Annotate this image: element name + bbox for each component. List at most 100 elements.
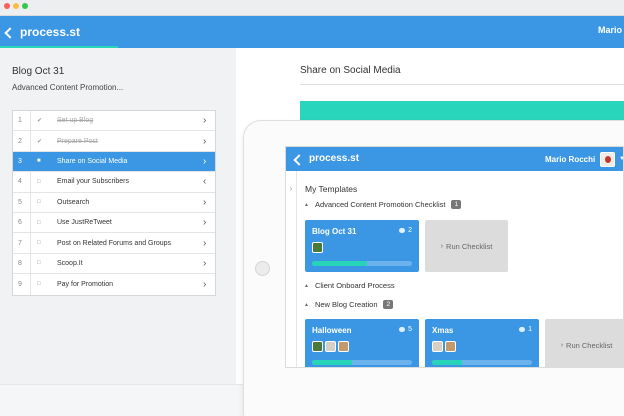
process-logo-icon bbox=[6, 27, 16, 37]
task-row[interactable]: 6 □ Use JustReTweet › bbox=[13, 212, 215, 234]
avatar bbox=[312, 242, 323, 253]
task-number: 6 bbox=[13, 212, 31, 233]
avatar[interactable] bbox=[600, 152, 615, 167]
app-logo[interactable]: process.st bbox=[6, 25, 80, 39]
avatar bbox=[312, 341, 323, 352]
chevron-right-icon: › bbox=[560, 341, 564, 349]
checkbox-icon[interactable]: ■ bbox=[37, 152, 49, 171]
collapse-triangle-icon: ▲ bbox=[304, 201, 309, 208]
chevron-right-icon: › bbox=[203, 196, 207, 208]
chevron-right-icon: › bbox=[203, 155, 207, 167]
card-title: Blog Oct 31 bbox=[312, 227, 357, 236]
chevron-right-icon: › bbox=[203, 135, 207, 147]
browser-chrome bbox=[0, 0, 624, 16]
maximize-window-icon[interactable] bbox=[22, 3, 28, 9]
task-number: 1 bbox=[13, 111, 31, 131]
sidebar-expand-toggle[interactable]: › bbox=[286, 171, 297, 367]
task-label: Use JustReTweet bbox=[57, 219, 112, 227]
templates-header: process.st Mario Rocchi ▼ bbox=[286, 147, 623, 171]
template-group-header[interactable]: ▲ Client Onboard Process bbox=[304, 281, 395, 290]
checklist-card[interactable]: Xmas 1 bbox=[425, 319, 539, 367]
template-group-header[interactable]: ▲ Advanced Content Promotion Checklist 1 bbox=[304, 200, 462, 209]
task-row[interactable]: 8 □ Scoop.It › bbox=[13, 253, 215, 275]
logo-text: process.st bbox=[309, 153, 360, 164]
comment-number: 1 bbox=[528, 326, 532, 333]
comment-bubble-icon bbox=[399, 228, 406, 233]
chevron-right-icon: › bbox=[203, 237, 207, 249]
chevron-right-icon: › bbox=[289, 184, 293, 193]
checkbox-checked-icon[interactable]: ✔ bbox=[37, 131, 49, 150]
comment-count: 5 bbox=[399, 326, 412, 333]
card-title: Halloween bbox=[312, 326, 352, 335]
task-number: 8 bbox=[13, 253, 31, 274]
task-label: Pay for Promotion bbox=[57, 280, 114, 288]
comment-bubble-icon bbox=[519, 327, 526, 332]
chevron-right-icon: › bbox=[203, 257, 207, 269]
minimize-window-icon[interactable] bbox=[13, 3, 19, 9]
template-group-name: New Blog Creation bbox=[314, 300, 378, 309]
run-checklist-label: Run Checklist bbox=[446, 241, 493, 251]
progress-fill bbox=[432, 360, 462, 365]
run-checklist-label: Run Checklist bbox=[566, 340, 613, 350]
chevron-right-icon: › bbox=[203, 278, 207, 290]
divider bbox=[300, 84, 624, 85]
chevron-left-icon: ‹ bbox=[203, 176, 207, 188]
checkbox-icon[interactable]: □ bbox=[37, 172, 49, 191]
task-row[interactable]: 4 □ Email your Subscribers ‹ bbox=[13, 172, 215, 193]
card-title: Xmas bbox=[432, 326, 454, 335]
template-group-header[interactable]: ▲ New Blog Creation 2 bbox=[304, 300, 394, 309]
checkbox-icon[interactable]: □ bbox=[37, 233, 49, 252]
checkbox-icon[interactable]: □ bbox=[37, 213, 49, 232]
comment-count: 2 bbox=[399, 227, 412, 234]
assignee-avatars bbox=[432, 341, 456, 352]
template-group-name: Client Onboard Process bbox=[314, 281, 395, 290]
collapse-triangle-icon: ▲ bbox=[304, 282, 309, 289]
checkbox-icon[interactable]: □ bbox=[37, 254, 49, 273]
task-label: Set up Blog bbox=[57, 117, 94, 125]
header-user-name[interactable]: Mario bbox=[598, 25, 622, 35]
progress-fill bbox=[312, 261, 367, 266]
checklist-card[interactable]: Blog Oct 31 2 bbox=[305, 220, 419, 272]
assignee-avatars bbox=[312, 242, 323, 253]
run-checklist-button[interactable]: › Run Checklist bbox=[545, 319, 623, 367]
task-number: 4 bbox=[13, 172, 31, 192]
checklist-panel: Blog Oct 31 Advanced Content Promotion..… bbox=[0, 48, 236, 384]
chevron-right-icon: › bbox=[440, 242, 444, 250]
close-window-icon[interactable] bbox=[4, 3, 10, 9]
assignee-avatars bbox=[312, 341, 349, 352]
task-label: Email your Subscribers bbox=[57, 178, 129, 186]
task-row[interactable]: 2 ✔ Prepare Post › bbox=[13, 131, 215, 152]
task-label: Scoop.It bbox=[57, 259, 83, 267]
comment-bubble-icon bbox=[399, 327, 406, 332]
app-logo[interactable]: process.st bbox=[295, 153, 359, 164]
checkbox-checked-icon[interactable]: ✔ bbox=[37, 111, 49, 130]
chevron-right-icon: › bbox=[203, 217, 207, 229]
task-number: 2 bbox=[13, 131, 31, 151]
task-row[interactable]: 5 □ Outsearch › bbox=[13, 192, 215, 213]
task-row-active[interactable]: 3 ■ Share on Social Media › bbox=[13, 151, 215, 173]
task-label: Post on Related Forums and Groups bbox=[57, 239, 172, 247]
task-row[interactable]: 9 □ Pay for Promotion › bbox=[13, 274, 215, 295]
avatar bbox=[338, 341, 349, 352]
run-checklist-button[interactable]: › Run Checklist bbox=[425, 220, 508, 272]
task-row[interactable]: 1 ✔ Set up Blog › bbox=[13, 111, 215, 132]
progress-bar bbox=[312, 261, 412, 266]
templates-screen: process.st Mario Rocchi ▼ › My Templates… bbox=[285, 146, 624, 368]
checkbox-icon[interactable]: □ bbox=[37, 193, 49, 212]
task-label: Prepare Post bbox=[57, 137, 98, 145]
checklist-card[interactable]: Halloween 5 bbox=[305, 319, 419, 367]
avatar bbox=[445, 341, 456, 352]
task-row[interactable]: 7 □ Post on Related Forums and Groups › bbox=[13, 233, 215, 254]
logo-text: process.st bbox=[20, 25, 81, 39]
task-number: 9 bbox=[13, 274, 31, 295]
progress-bar bbox=[312, 360, 412, 365]
template-group-name: Advanced Content Promotion Checklist bbox=[314, 200, 446, 209]
tablet-home-button bbox=[255, 261, 270, 276]
app-header: process.st bbox=[0, 16, 624, 48]
user-name[interactable]: Mario Rocchi bbox=[545, 155, 595, 164]
avatar bbox=[325, 341, 336, 352]
caret-down-icon[interactable]: ▼ bbox=[619, 156, 623, 162]
avatar bbox=[432, 341, 443, 352]
checkbox-icon[interactable]: □ bbox=[37, 274, 49, 294]
comment-number: 2 bbox=[408, 227, 412, 234]
